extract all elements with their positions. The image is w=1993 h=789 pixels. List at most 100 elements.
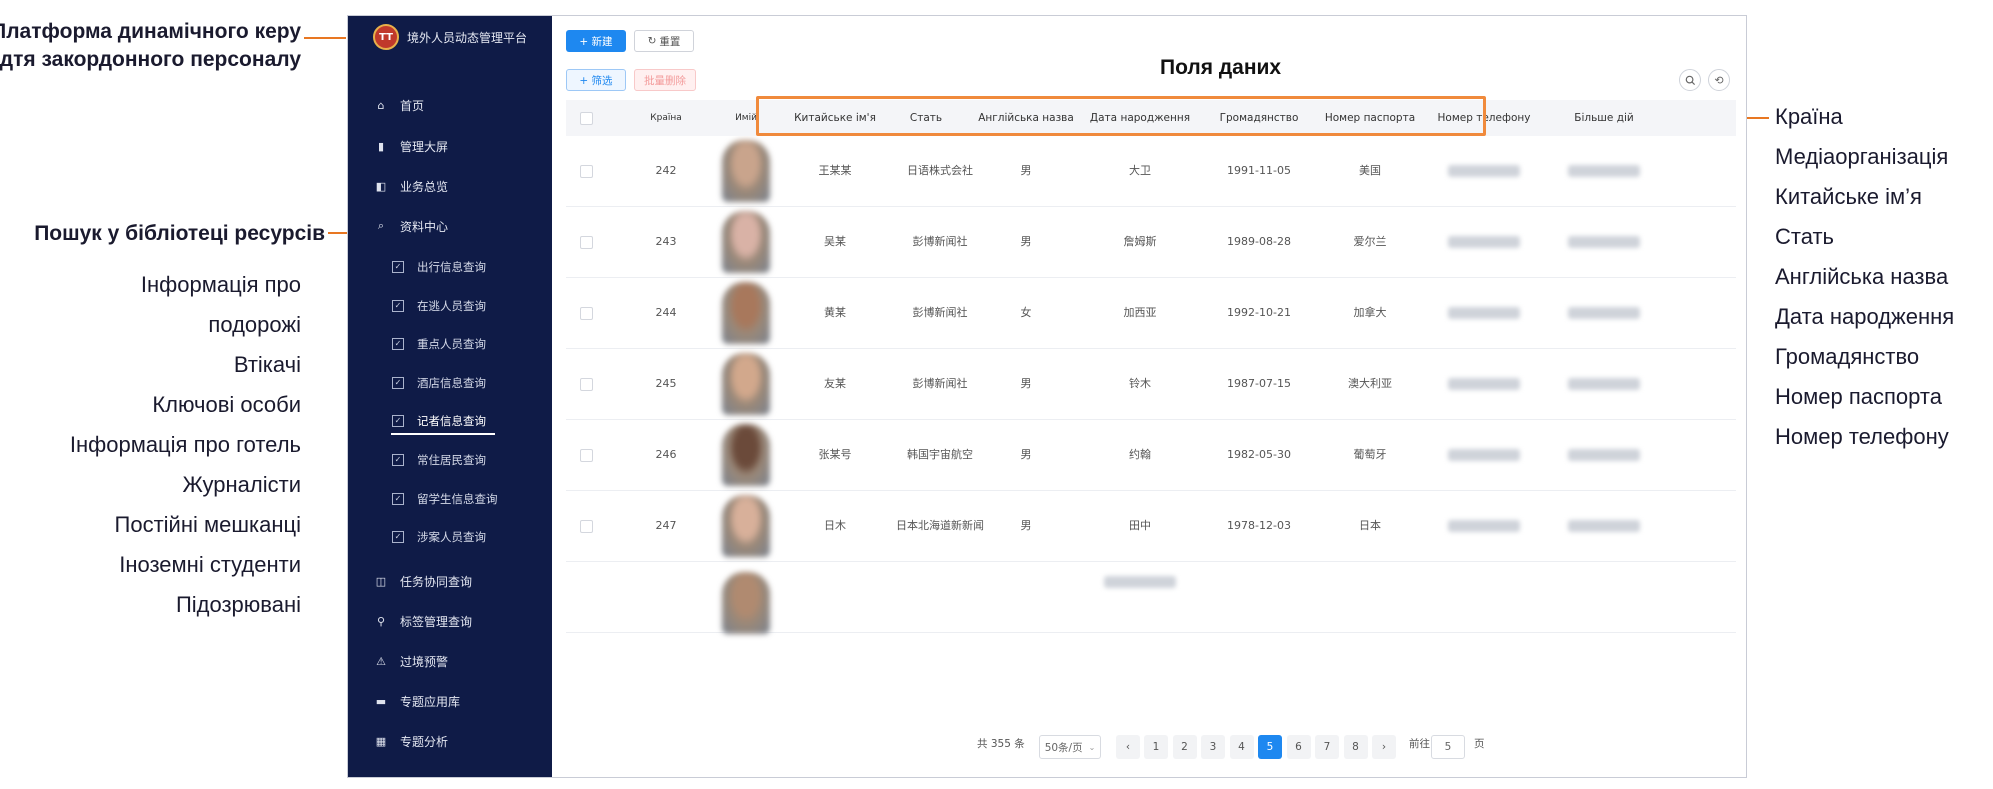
reset-label: 重置 <box>659 35 681 48</box>
row-checkbox[interactable] <box>566 207 606 277</box>
new-button[interactable]: + 新建 <box>566 30 626 52</box>
sidebar-subitem[interactable]: ✓ 出行信息查询 <box>348 258 552 276</box>
cell-birth: 1987-07-15 <box>1227 377 1291 390</box>
table-row[interactable] <box>566 562 1736 634</box>
page-button[interactable]: 6 <box>1286 735 1311 759</box>
checkbox[interactable] <box>579 164 593 178</box>
page-button[interactable]: 7 <box>1315 735 1339 759</box>
sidebar-subitem[interactable]: ✓ 在逃人员查询 <box>348 297 552 315</box>
search-icon[interactable] <box>1679 69 1701 91</box>
sidebar-item-label: 专题应用库 <box>400 694 461 709</box>
redacted-actions[interactable] <box>1540 420 1668 490</box>
checkbox[interactable] <box>579 235 593 249</box>
redacted-phone <box>1428 278 1540 348</box>
annotation-right-item: Номер телефону <box>1775 424 1949 449</box>
redacted-actions[interactable] <box>1540 207 1668 277</box>
sidebar-item[interactable]: ▦ 专题分析 <box>348 732 552 750</box>
refresh-table-icon[interactable]: ⟲ <box>1708 69 1730 91</box>
page-size-value: 50条/页 <box>1044 741 1083 754</box>
total-count: 共 355 条 <box>977 738 1025 750</box>
avatar <box>722 140 770 202</box>
table-row[interactable]: 247 日木 日本北海道新新闻男田中 1978-12-03 日本 <box>566 491 1736 562</box>
table-row[interactable]: 245 友某 彭博新闻社男铃木 1987-07-15 澳大利亚 <box>566 349 1736 420</box>
checkbox-icon: ✓ <box>392 454 404 466</box>
filter-button[interactable]: + 筛选 <box>566 69 626 91</box>
cell-id: 246 <box>655 448 677 461</box>
sidebar-item[interactable]: ⚲ 标签管理查询 <box>348 612 552 630</box>
page-button[interactable]: 1 <box>1144 735 1168 759</box>
sidebar-subitem[interactable]: ✓ 酒店信息查询 <box>348 374 552 392</box>
page-button[interactable]: 2 <box>1172 735 1197 759</box>
cell-id: 244 <box>655 306 677 319</box>
row-checkbox[interactable] <box>566 420 606 490</box>
next-page-button[interactable]: › <box>1372 735 1396 759</box>
cell-country: 美国 <box>1359 164 1381 177</box>
sidebar-item[interactable]: ⌂ 首页 <box>348 96 552 114</box>
page-size-select[interactable]: 50条/页 ⌄ <box>1039 735 1101 759</box>
goto-input[interactable]: 5 <box>1431 735 1465 759</box>
row-checkbox[interactable] <box>566 349 606 419</box>
alert-icon: ⚠ <box>376 654 386 668</box>
chevron-down-icon: ⌄ <box>1088 742 1096 752</box>
sidebar-subitem[interactable]: ✓ 重点人员查询 <box>348 335 552 353</box>
app-logo[interactable]: TT 境外人员动态管理平台 <box>373 24 527 50</box>
page-button[interactable]: 3 <box>1201 735 1225 759</box>
annotation-left-item: подорожі <box>208 312 301 337</box>
checkbox[interactable] <box>579 519 593 533</box>
cell-birth: 1991-11-05 <box>1227 164 1291 177</box>
table-row[interactable]: 243 吴某 彭博新闻社男詹姆斯 1989-08-28 爱尔兰 <box>566 207 1736 278</box>
sidebar-item[interactable]: ◧ 业务总览 <box>348 177 552 195</box>
table-row[interactable]: 246 张某号 韩国宇宙航空男约翰 1982-05-30 葡萄牙 <box>566 420 1736 491</box>
prev-page-button[interactable]: ‹ <box>1116 735 1140 759</box>
sidebar-item-label: 业务总览 <box>400 179 449 194</box>
sidebar-subitem[interactable]: ✓ 涉案人员查询 <box>348 528 552 546</box>
sidebar-subitem[interactable]: ✓ 常住居民查询 <box>348 451 552 469</box>
redacted-value <box>1448 307 1520 319</box>
bar-chart-icon: ▮ <box>377 139 385 153</box>
batch-delete-button[interactable]: 批量删除 <box>634 69 696 91</box>
sidebar-subitem-label: 重点人员查询 <box>417 337 486 352</box>
avatar <box>722 282 770 344</box>
annotation-left-item: Інформація про готель <box>69 432 301 457</box>
sidebar-subitem[interactable]: ✓ 记者信息查询 <box>348 412 552 430</box>
checkbox-icon: ✓ <box>392 415 404 428</box>
checkbox[interactable] <box>579 111 593 125</box>
row-checkbox[interactable] <box>566 491 606 561</box>
checkbox-icon: ✓ <box>392 376 404 389</box>
cell-id: 243 <box>655 235 677 248</box>
annotation-right-item: Англійська назва <box>1775 264 1949 289</box>
page-button[interactable]: 4 <box>1229 735 1254 759</box>
row-checkbox[interactable] <box>566 278 606 348</box>
sidebar-item[interactable]: ⌕ 资料中心 <box>348 217 552 235</box>
row-checkbox[interactable] <box>566 136 606 206</box>
sidebar-item[interactable]: ▮ 管理大屏 <box>348 137 552 155</box>
redacted-actions[interactable] <box>1540 491 1668 561</box>
page-button[interactable]: 8 <box>1343 735 1368 759</box>
redacted-phone <box>1428 349 1540 419</box>
table-row[interactable]: 244 黄某 彭博新闻社女加西亚 1992-10-21 加拿大 <box>566 278 1736 349</box>
redacted-actions[interactable] <box>1540 349 1668 419</box>
annotation-left-item: Журналісти <box>182 472 301 497</box>
page-button[interactable]: 5 <box>1258 735 1282 759</box>
cell-english-name: 加西亚 <box>1123 306 1157 319</box>
sidebar-item[interactable]: ▬ 专题应用库 <box>348 692 552 710</box>
redacted-actions[interactable] <box>1540 136 1668 206</box>
checkbox[interactable] <box>579 377 593 391</box>
redacted-phone <box>1428 491 1540 561</box>
sidebar-subitem[interactable]: ✓ 留学生信息查询 <box>348 490 552 508</box>
sidebar-item-label: 专题分析 <box>400 734 449 749</box>
cell-birth: 1989-08-28 <box>1227 235 1291 248</box>
cell-english-name: 田中 <box>1129 519 1151 532</box>
sidebar-item[interactable]: ◫ 任务协同查询 <box>348 572 552 590</box>
reset-button[interactable]: ↻ 重置 <box>634 30 694 52</box>
analysis-icon: ▦ <box>375 734 387 748</box>
cell-gender: 男 <box>1020 164 1032 177</box>
cell-birth: 1982-05-30 <box>1227 448 1291 461</box>
checkbox[interactable] <box>579 306 593 320</box>
table-row[interactable]: 242 王某某 日语株式会社男大卫 1991-11-05 美国 <box>566 136 1736 207</box>
sidebar-item[interactable]: ⚠ 过境预警 <box>348 652 552 670</box>
checkbox[interactable] <box>579 448 593 462</box>
annotation-left-item: Підозрювані <box>175 592 301 617</box>
select-all-checkbox[interactable] <box>566 100 606 136</box>
redacted-actions[interactable] <box>1540 278 1668 348</box>
